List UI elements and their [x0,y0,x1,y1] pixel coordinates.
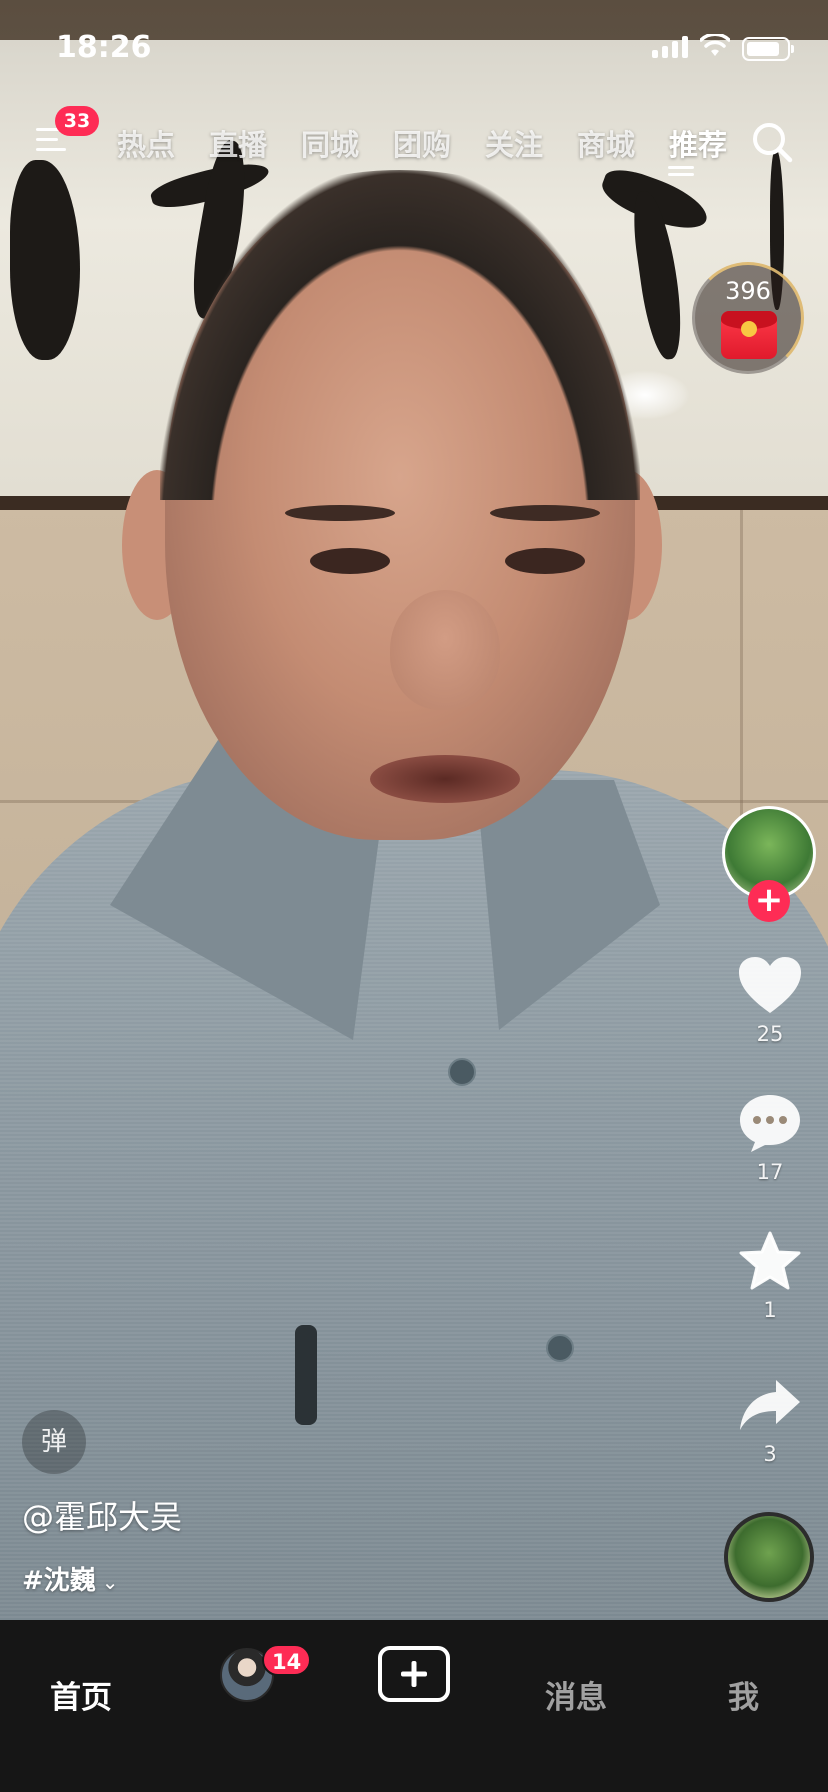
hashtag-text: #沈巍 [22,1566,96,1596]
eye-right [505,548,585,574]
red-packet-count: 396 [725,277,771,305]
nose [390,590,500,710]
star-icon [739,1231,801,1290]
danmu-toggle-button[interactable]: 弹 [22,1410,86,1474]
comment-action[interactable]: 17 [720,1088,820,1184]
cellular-signal-icon [652,36,688,58]
hashtag[interactable]: #沈巍 ⌄ [22,1560,119,1597]
plus-icon [401,1661,427,1687]
search-icon[interactable] [750,120,794,164]
chevron-down-icon: ⌄ [101,1570,119,1594]
tab-nearby[interactable]: 同城 [284,122,376,164]
top-navigation: 33 热点 直播 同城 团购 关注 商城 推荐 [0,100,828,180]
tab-recommended[interactable]: 推荐 [652,122,744,164]
wifi-icon [700,34,730,56]
status-bar: 18:26 [0,0,828,100]
red-packet-widget[interactable]: 396 [692,262,804,374]
shirt-button [448,1058,476,1086]
tab-following[interactable]: 关注 [468,122,560,164]
hair [160,170,640,500]
comment-icon [740,1095,800,1152]
like-action[interactable]: 25 [720,950,820,1046]
share-action[interactable]: 3 [720,1370,820,1466]
favorite-count: 1 [763,1298,777,1322]
eyebrow-left [285,505,395,521]
shirt-logo [295,1325,317,1425]
share-icon [740,1380,800,1430]
shirt-button [546,1334,574,1362]
tab-group-buy[interactable]: 团购 [376,122,468,164]
heart-icon [739,957,801,1013]
status-time: 18:26 [56,30,152,65]
tab-messages[interactable]: 消息 [545,1672,607,1717]
tab-hot[interactable]: 热点 [100,122,192,164]
tab-home[interactable]: 首页 [50,1672,112,1717]
create-button[interactable] [378,1646,450,1702]
author-name[interactable]: @霍邱大吴 [22,1492,182,1538]
friends-notification-badge: 14 [262,1644,312,1676]
tab-me[interactable]: 我 [728,1672,759,1717]
music-disc[interactable] [724,1512,814,1602]
video-player[interactable] [0,0,828,1620]
tab-switch-indicator-icon [668,166,694,178]
feed-tabs: 热点 直播 同城 团购 关注 商城 推荐 [100,122,744,164]
menu-notification-badge: 33 [55,106,99,136]
battery-icon [742,37,794,61]
tab-mall[interactable]: 商城 [560,122,652,164]
like-count: 25 [756,1022,784,1046]
follow-plus-icon[interactable]: + [748,880,790,922]
mouth [370,755,520,803]
favorite-action[interactable]: 1 [720,1226,820,1322]
comment-count: 17 [756,1160,784,1184]
eye-left [310,548,390,574]
tab-live[interactable]: 直播 [192,122,284,164]
red-envelope-icon [721,311,777,359]
eyebrow-right [490,505,600,521]
share-count: 3 [763,1442,777,1466]
